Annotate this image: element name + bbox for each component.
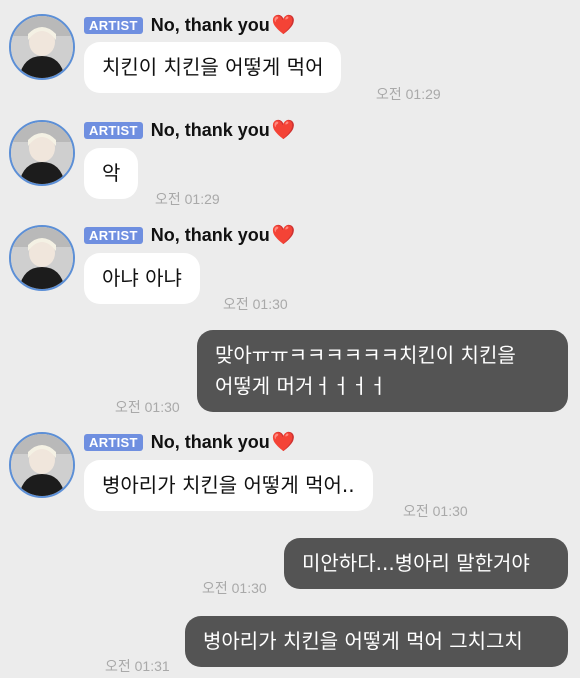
message-text: 미안하다...병아리 말한거야: [302, 551, 530, 575]
heart-icon: ❤️: [271, 118, 296, 141]
sender-name-row: ARTIST No, thank you ❤️: [84, 14, 295, 36]
message-time: 오전 01:29: [376, 86, 441, 102]
message-bubble-incoming[interactable]: 치킨이 치킨을 어떻게 먹어: [84, 42, 342, 93]
artist-avatar[interactable]: [9, 225, 75, 291]
artist-avatar[interactable]: [9, 432, 75, 498]
artist-badge: ARTIST: [84, 226, 143, 244]
avatar-photo: [11, 227, 73, 289]
artist-badge: ARTIST: [84, 16, 143, 34]
message-text: 아냐 아냐: [102, 266, 182, 290]
heart-icon: ❤️: [271, 223, 296, 246]
sender-name-row: ARTIST No, thank you ❤️: [84, 431, 295, 453]
message-bubble-outgoing[interactable]: 맞아ㅠㅠㅋㅋㅋㅋㅋㅋ치킨이 치킨을 어떻게 머거ㅓㅓㅓㅓ: [197, 330, 568, 412]
sender-name-row: ARTIST No, thank you ❤️: [84, 119, 295, 141]
message-text-line: 맞아ㅠㅠㅋㅋㅋㅋㅋㅋ치킨이 치킨을: [215, 343, 516, 367]
message-text-line: 어떻게 머거ㅓㅓㅓㅓ: [215, 374, 387, 398]
message-time: 오전 01:31: [105, 658, 170, 674]
artist-badge: ARTIST: [84, 433, 143, 451]
heart-icon: ❤️: [271, 13, 296, 36]
message-bubble-incoming[interactable]: 아냐 아냐: [84, 253, 200, 304]
artist-avatar[interactable]: [9, 120, 75, 186]
avatar-photo: [11, 16, 73, 78]
sender-name: No, thank you: [150, 14, 270, 35]
sender-name: No, thank you: [150, 119, 270, 140]
message-time: 오전 01:30: [202, 580, 267, 596]
message-bubble-outgoing[interactable]: 병아리가 치킨을 어떻게 먹어 그치그치: [185, 616, 568, 667]
avatar-photo: [11, 434, 73, 496]
message-time: 오전 01:30: [403, 503, 468, 519]
artist-badge: ARTIST: [84, 121, 143, 139]
message-time: 오전 01:30: [223, 296, 288, 312]
message-text: 병아리가 치킨을 어떻게 먹어 그치그치: [203, 629, 523, 653]
sender-name: No, thank you: [150, 431, 270, 452]
heart-icon: ❤️: [271, 430, 296, 453]
sender-name: No, thank you: [150, 224, 270, 245]
message-time: 오전 01:30: [115, 399, 180, 415]
artist-avatar[interactable]: [9, 14, 75, 80]
message-text: 악: [102, 161, 121, 185]
message-time: 오전 01:29: [155, 191, 220, 207]
message-text: 병아리가 치킨을 어떻게 먹어..: [102, 473, 355, 497]
message-bubble-incoming[interactable]: 악: [84, 148, 139, 199]
avatar-photo: [11, 122, 73, 184]
message-text: 치킨이 치킨을 어떻게 먹어: [102, 55, 324, 79]
message-bubble-outgoing[interactable]: 미안하다...병아리 말한거야: [284, 538, 568, 589]
sender-name-row: ARTIST No, thank you ❤️: [84, 224, 295, 246]
message-bubble-incoming[interactable]: 병아리가 치킨을 어떻게 먹어..: [84, 460, 373, 511]
